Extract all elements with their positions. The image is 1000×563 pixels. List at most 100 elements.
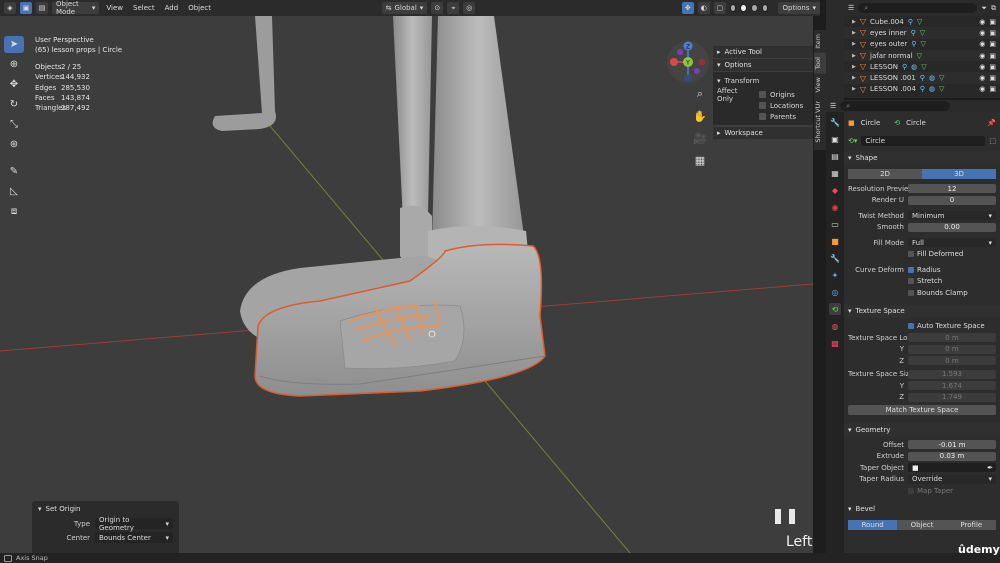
list-item[interactable]: ▶ ▽ jafar normal ▽ ◉ ▣: [844, 49, 1000, 62]
xray-toggle-icon[interactable]: ▢: [713, 2, 726, 14]
output-tab-icon[interactable]: ▤: [829, 150, 841, 162]
list-item[interactable]: ▶ ▽ LESSON .004 ⚲ ◍ ▽ ◉ ▣: [844, 84, 1000, 95]
list-item[interactable]: ▶ ▽ LESSON .001 ⚲ ◍ ▽ ◉ ▣: [844, 72, 1000, 84]
menu-add[interactable]: Add: [162, 4, 182, 12]
physics-tab-icon[interactable]: ◎: [829, 286, 841, 298]
curve-datablock-icon[interactable]: ⟲▾: [848, 137, 857, 145]
stretch-checkbox[interactable]: Stretch: [908, 277, 942, 285]
select-mode-button[interactable]: ▤: [36, 2, 48, 14]
measure-tool-icon[interactable]: ◺: [4, 183, 24, 200]
fake-user-icon[interactable]: ⬚: [989, 137, 996, 145]
list-item[interactable]: ▶ ▽ eyes outer ⚲ ▽ ◉ ▣: [844, 39, 1000, 50]
tab-tool[interactable]: Tool: [814, 52, 826, 74]
workspace-header[interactable]: ▸ Workspace: [713, 127, 813, 139]
texture-loc-y-field[interactable]: 0 m: [908, 344, 996, 354]
3d-button[interactable]: 3D: [922, 169, 996, 179]
render-tab-icon[interactable]: ▣: [829, 133, 841, 145]
2d-button[interactable]: 2D: [848, 169, 922, 179]
scene-tab-icon[interactable]: ◆: [829, 184, 841, 196]
offset-field[interactable]: -0.01 m: [908, 440, 996, 450]
menu-view[interactable]: View: [103, 4, 126, 12]
tab-item[interactable]: Item: [814, 30, 826, 53]
datablock-name-field[interactable]: Circle: [861, 136, 986, 146]
visibility-eye-icon[interactable]: ◉: [979, 85, 985, 93]
overlay-toggle-icon[interactable]: ◐: [697, 2, 710, 14]
texture-size-x-field[interactable]: 1.593: [908, 369, 996, 379]
orientation-dropdown[interactable]: ⇆ Global ▾: [381, 2, 428, 14]
properties-search-input[interactable]: ⌕: [840, 101, 951, 111]
options-header[interactable]: ▾ Options: [713, 59, 813, 71]
modifier-tab-icon[interactable]: 🔧: [829, 252, 841, 264]
rendered-shading-icon[interactable]: [761, 4, 769, 12]
proportional-edit-icon[interactable]: ◎: [463, 2, 476, 14]
texture-space-section-header[interactable]: ▾ Texture Space: [844, 304, 1000, 318]
visibility-eye-icon[interactable]: ◉: [979, 29, 985, 37]
curve-data-tab-icon[interactable]: ⟲: [829, 303, 841, 315]
gizmo-toggle-icon[interactable]: ✥: [681, 2, 694, 14]
wireframe-shading-icon[interactable]: [729, 4, 737, 12]
bevel-profile-button[interactable]: Profile: [946, 519, 996, 530]
tab-shortcut[interactable]: Shortcut VUr: [814, 97, 826, 147]
select-tool-icon[interactable]: ▣: [20, 2, 32, 14]
world-tab-icon[interactable]: ◉: [829, 201, 841, 213]
bevel-object-button[interactable]: Object: [897, 519, 947, 530]
radius-checkbox[interactable]: Radius: [908, 266, 940, 274]
render-camera-icon[interactable]: ▣: [989, 85, 996, 93]
twist-method-dropdown[interactable]: Minimum ▾: [908, 211, 996, 221]
annotate-tool-icon[interactable]: ✎: [4, 163, 24, 180]
list-item[interactable]: ▶ ▽ Cube.004 ⚲ ▽ ◉ ▣: [844, 16, 1000, 27]
origins-checkbox[interactable]: [759, 91, 766, 98]
render-camera-icon[interactable]: ▣: [989, 18, 996, 26]
bevel-round-button[interactable]: Round: [848, 519, 898, 530]
visibility-eye-icon[interactable]: ◉: [979, 52, 985, 60]
tab-view[interactable]: View: [814, 73, 826, 96]
menu-object[interactable]: Object: [185, 4, 214, 12]
render-camera-icon[interactable]: ▣: [989, 52, 996, 60]
pivot-icon[interactable]: ⊙: [431, 2, 444, 14]
render-camera-icon[interactable]: ▣: [989, 29, 996, 37]
auto-texture-space-checkbox[interactable]: Auto Texture Space: [908, 322, 985, 330]
texture-size-z-field[interactable]: 1.749: [908, 392, 996, 402]
texture-loc-x-field[interactable]: 0 m: [908, 333, 996, 343]
match-texture-space-button[interactable]: Match Texture Space: [848, 405, 996, 415]
zoom-icon[interactable]: ⌕: [692, 86, 708, 102]
list-item[interactable]: ▶ ▽ eyes inner ⚲ ▽ ◉ ▣: [844, 27, 1000, 39]
navigation-gizmo[interactable]: Z Y: [666, 40, 710, 84]
locations-checkbox[interactable]: [759, 102, 766, 109]
visibility-eye-icon[interactable]: ◉: [979, 74, 985, 82]
last-op-header[interactable]: ▾ Set Origin: [38, 505, 173, 513]
texture-tab-icon[interactable]: ▩: [829, 337, 841, 349]
fill-deformed-checkbox[interactable]: Fill Deformed: [908, 250, 963, 258]
scale-tool-icon[interactable]: ⤡: [4, 116, 24, 133]
shape-section-header[interactable]: ▾ Shape: [844, 151, 1000, 164]
camera-icon[interactable]: 🎥: [692, 130, 708, 146]
bounds-clamp-checkbox[interactable]: Bounds Clamp: [908, 289, 968, 297]
render-u-field[interactable]: 0: [908, 195, 996, 205]
eyedropper-icon[interactable]: ✒: [987, 464, 996, 472]
pan-hand-icon[interactable]: ✋: [692, 108, 708, 124]
origin-type-dropdown[interactable]: Origin to Geometry ▾: [95, 516, 173, 532]
bevel-section-header[interactable]: ▾ Bevel: [844, 502, 1000, 516]
geometry-section-header[interactable]: ▾ Geometry: [844, 423, 1000, 436]
tool-tab-icon[interactable]: 🔧: [829, 116, 841, 128]
origin-center-dropdown[interactable]: Bounds Center ▾: [95, 532, 173, 543]
transform-subheader[interactable]: ▾ Transform: [717, 75, 811, 86]
material-shading-icon[interactable]: [751, 4, 758, 12]
parents-checkbox[interactable]: [759, 113, 766, 120]
solid-shading-icon[interactable]: [740, 4, 748, 12]
visibility-eye-icon[interactable]: ◉: [979, 18, 985, 26]
render-camera-icon[interactable]: ▣: [989, 63, 996, 71]
properties-type-icon[interactable]: ☰: [830, 102, 836, 110]
smooth-field[interactable]: 0.00: [908, 222, 996, 232]
extrude-field[interactable]: 0.03 m: [908, 451, 996, 461]
transform-tool-icon[interactable]: ⊛: [4, 136, 24, 153]
move-tool-icon[interactable]: ✥: [4, 76, 24, 93]
list-item[interactable]: ▶ ▽ LESSON ⚲ ◍ ▽ ◉ ▣: [844, 61, 1000, 72]
visibility-eye-icon[interactable]: ◉: [979, 63, 985, 71]
particles-tab-icon[interactable]: ✦: [829, 269, 841, 281]
fill-mode-dropdown[interactable]: Full ▾: [908, 238, 996, 248]
active-tool-header[interactable]: ▸ Active Tool: [713, 46, 813, 58]
texture-size-y-field[interactable]: 1.674: [908, 381, 996, 391]
menu-select[interactable]: Select: [130, 4, 158, 12]
resolution-preview-field[interactable]: 12: [908, 184, 996, 194]
